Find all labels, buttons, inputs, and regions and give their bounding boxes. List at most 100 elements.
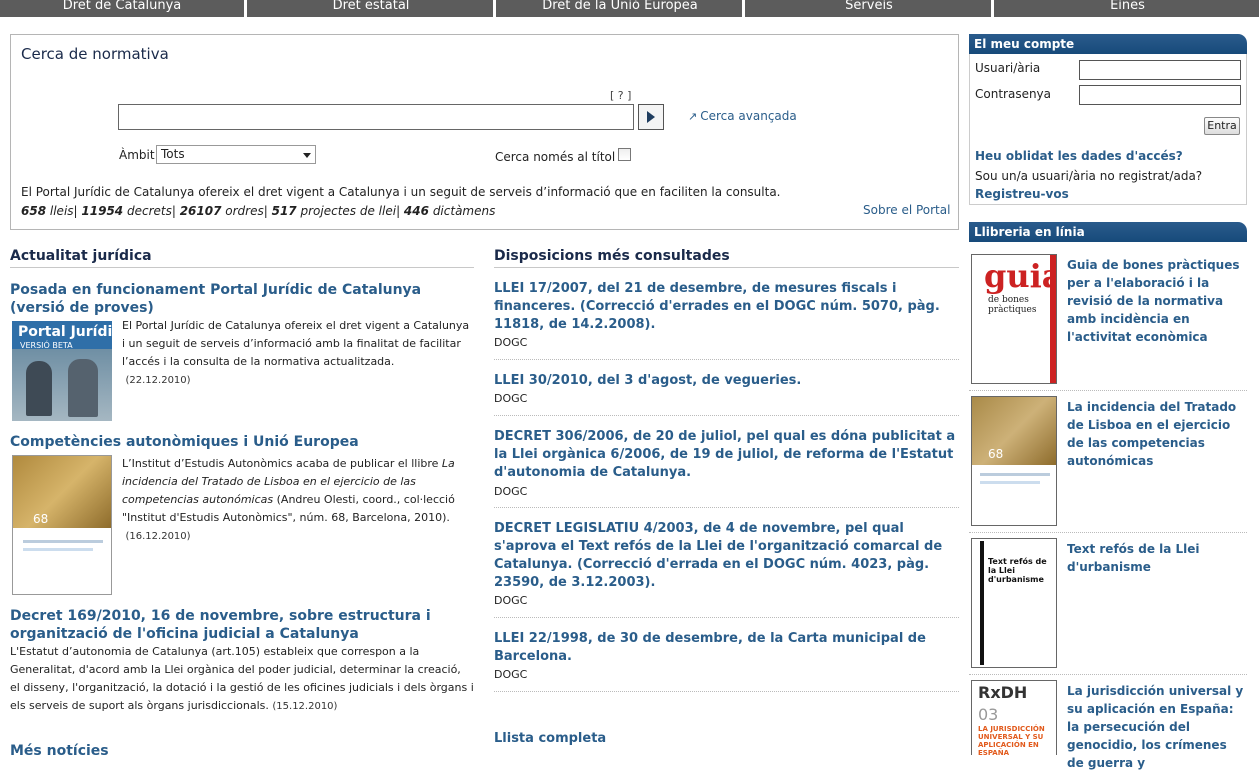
more-news-link[interactable]: Més notícies xyxy=(10,742,210,760)
tab-dret-estatal[interactable]: Dret estatal xyxy=(249,0,496,17)
register-text: Sou un/a usuari/ària no registrat/ada? xyxy=(975,169,1203,183)
divider xyxy=(969,390,1247,391)
disposition-source: DOGC xyxy=(494,668,528,681)
top-nav: Dret de Catalunya Dret estatal Dret de l… xyxy=(0,0,1259,17)
cover-number: 68 xyxy=(33,512,49,526)
book-title-2[interactable]: La incidencia del Tratado de Lisboa en e… xyxy=(1067,398,1247,470)
stat-dictamens: 446 xyxy=(403,204,429,218)
cover-subtitle: LA JURISDICCIÓN UNIVERSAL Y SU APLICACIÓ… xyxy=(978,725,1045,755)
search-input[interactable] xyxy=(118,104,634,130)
news-date: (22.12.2010) xyxy=(125,375,191,386)
advanced-search-link[interactable]: ↗ Cerca avançada xyxy=(688,109,797,123)
divider xyxy=(494,617,959,618)
disposition-source: DOGC xyxy=(494,336,528,349)
tab-dret-ue[interactable]: Dret de la Unió Europea xyxy=(498,0,745,17)
cover-title: guia xyxy=(984,257,1057,295)
news-title-1[interactable]: Posada en funcionament Portal Jurídic de… xyxy=(10,281,474,317)
portal-description: El Portal Jurídic de Catalunya ofereix e… xyxy=(21,185,781,199)
disposition-link-4[interactable]: DECRET LEGISLATIU 4/2003, de 4 de novemb… xyxy=(494,520,959,592)
person-figure xyxy=(26,361,52,416)
news-date: (15.12.2010) xyxy=(272,701,338,712)
cover-line xyxy=(23,548,93,551)
chevron-down-icon xyxy=(303,153,311,158)
stat-decrets: 11954 xyxy=(81,204,124,218)
about-portal-link[interactable]: Sobre el Portal xyxy=(863,203,950,217)
account-panel: Usuari/ària Contrasenya Entra Heu oblida… xyxy=(969,54,1247,205)
tab-dret-catalunya[interactable]: Dret de Catalunya xyxy=(0,0,247,17)
stat-dictamens-label: dictàmens xyxy=(432,204,496,218)
disposition-link-1[interactable]: LLEI 17/2007, del 21 de desembre, de mes… xyxy=(494,280,959,334)
username-field[interactable] xyxy=(1079,60,1241,80)
cover-number: 68 xyxy=(988,447,1004,461)
book-cover-4[interactable]: RxDH 03 LA JURISDICCIÓN UNIVERSAL Y SU A… xyxy=(971,680,1057,755)
disposition-source: DOGC xyxy=(494,594,528,607)
stat-projectes: 517 xyxy=(271,204,297,218)
cover-subtitle: de bones pràctiques xyxy=(988,295,1037,315)
news-thumbnail-2[interactable]: 68 xyxy=(12,455,112,595)
divider xyxy=(494,415,959,416)
cover-line xyxy=(23,540,103,543)
ambit-label: Àmbit xyxy=(119,148,155,162)
book-title-1[interactable]: Guia de bones pràctiques per a l'elabora… xyxy=(1067,256,1247,346)
book-cover-3[interactable]: Text refós de la Llei d'urbanisme xyxy=(971,538,1057,668)
ambit-select[interactable]: Tots xyxy=(156,145,316,164)
divider xyxy=(494,507,959,508)
news-title-2[interactable]: Competències autonòmiques i Unió Europea xyxy=(10,433,474,451)
title-only-checkbox[interactable] xyxy=(618,148,631,161)
book-title-4[interactable]: La jurisdicción universal y su aplicació… xyxy=(1067,682,1247,772)
login-button[interactable]: Entra xyxy=(1204,117,1240,135)
disposition-source: DOGC xyxy=(494,485,528,498)
divider xyxy=(969,532,1247,533)
thumb-title: Portal Jurídic xyxy=(18,324,112,340)
search-button[interactable] xyxy=(638,104,664,130)
disposition-source: DOGC xyxy=(494,392,528,405)
book-title-3[interactable]: Text refós de la Llei d'urbanisme xyxy=(1067,540,1247,576)
tab-eines[interactable]: Eines xyxy=(996,0,1259,17)
news-thumbnail-1[interactable]: Portal Jurídic VERSIÓ BETA xyxy=(12,321,112,421)
cover-art xyxy=(972,397,1056,465)
register-prompt: Sou un/a usuari/ària no registrat/ada? R… xyxy=(975,167,1235,203)
disposition-link-3[interactable]: DECRET 306/2006, de 20 de juliol, pel qu… xyxy=(494,428,959,482)
divider xyxy=(494,359,959,360)
news-heading: Actualitat jurídica xyxy=(10,248,152,264)
thumb-subtitle: VERSIÓ BETA xyxy=(20,341,73,350)
ambit-value: Tots xyxy=(161,147,185,161)
disposition-link-5[interactable]: LLEI 22/1998, de 30 de desembre, de la C… xyxy=(494,630,959,666)
cover-stripe xyxy=(980,541,984,665)
stat-projectes-label: projectes de llei xyxy=(300,204,397,218)
divider xyxy=(10,267,474,268)
bookstore-header: Llibreria en línia xyxy=(969,222,1247,242)
news-body-text: L'Estatut d’autonomia de Catalunya (art.… xyxy=(10,645,474,712)
news-body-2: L’Institut d’Estudis Autonòmics acaba de… xyxy=(122,455,474,546)
forgot-credentials-link[interactable]: Heu oblidat les dades d'accés? xyxy=(975,149,1183,163)
advanced-search-label: Cerca avançada xyxy=(700,109,797,123)
news-date: (16.12.2010) xyxy=(125,531,191,542)
book-cover-1[interactable]: guia de bones pràctiques xyxy=(971,254,1057,384)
register-link[interactable]: Registreu-vos xyxy=(975,187,1069,201)
book-cover-2[interactable]: 68 xyxy=(971,396,1057,526)
password-field[interactable] xyxy=(1079,85,1241,105)
tab-serveis[interactable]: Serveis xyxy=(747,0,994,17)
cover-title: RxDH xyxy=(978,683,1028,702)
news-body-3: L'Estatut d’autonomia de Catalunya (art.… xyxy=(10,643,474,716)
password-label: Contrasenya xyxy=(975,87,1052,101)
user-label: Usuari/ària xyxy=(975,61,1041,75)
cover-line xyxy=(980,481,1040,484)
cover-line xyxy=(980,473,1050,476)
account-header: El meu compte xyxy=(969,34,1247,54)
disposition-link-2[interactable]: LLEI 30/2010, del 3 d'agost, de veguerie… xyxy=(494,372,959,390)
news-body-1: El Portal Jurídic de Catalunya ofereix e… xyxy=(122,317,474,390)
divider xyxy=(494,267,959,268)
search-title: Cerca de normativa xyxy=(21,45,169,63)
arrow-right-icon xyxy=(647,111,655,123)
arrow-up-right-icon: ↗ xyxy=(688,110,698,123)
divider xyxy=(494,691,959,692)
cover-art xyxy=(13,456,111,528)
title-only-label: Cerca només al títol xyxy=(495,150,616,164)
help-link[interactable]: [ ? ] xyxy=(610,89,631,102)
stat-ordres: 26107 xyxy=(179,204,222,218)
news-title-3[interactable]: Decret 169/2010, 16 de novembre, sobre e… xyxy=(10,607,474,643)
portal-stats: 658 lleis| 11954 decrets| 26107 ordres| … xyxy=(21,204,496,218)
full-list-link[interactable]: Llista completa xyxy=(494,730,959,748)
stat-ordres-label: ordres xyxy=(225,204,264,218)
